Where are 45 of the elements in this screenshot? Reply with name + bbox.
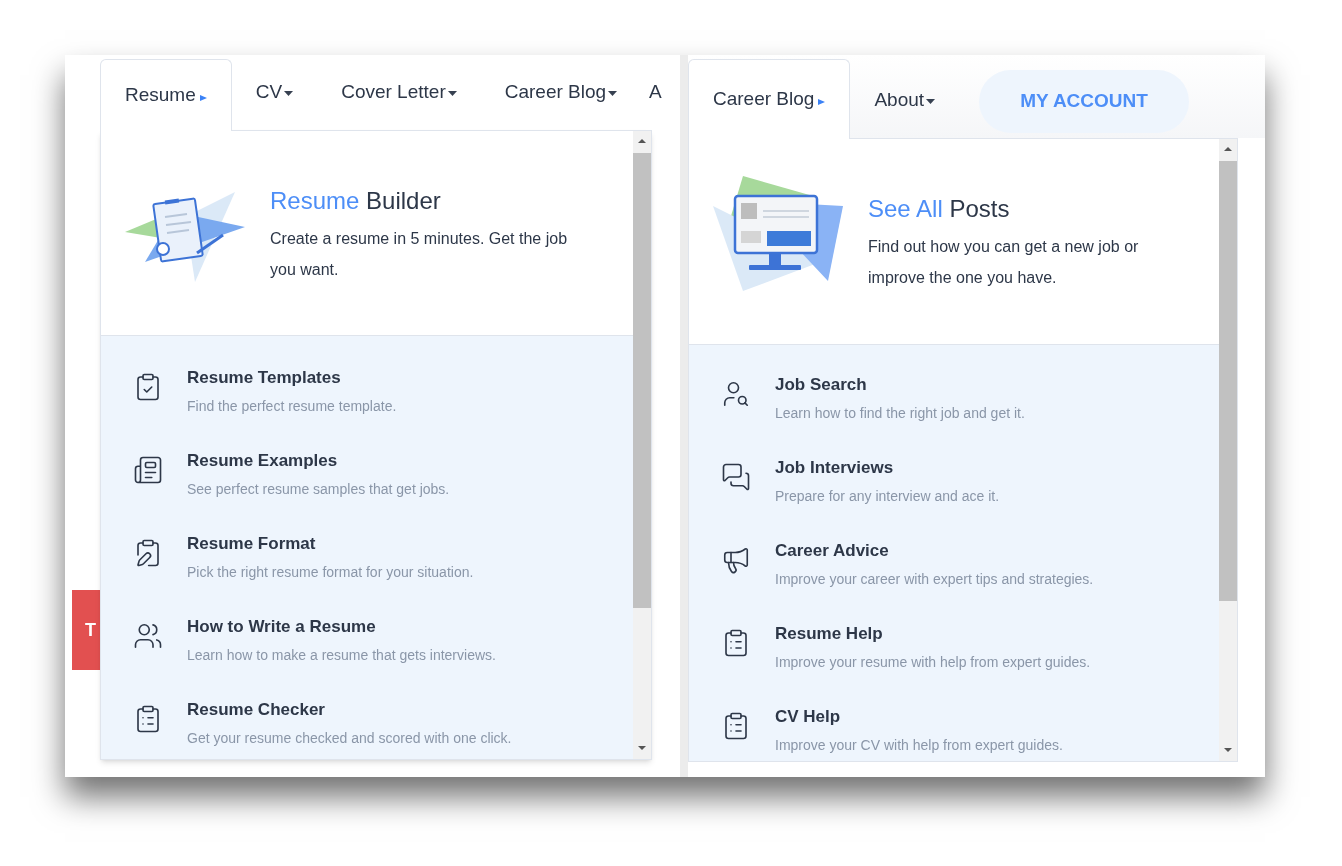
menu-item-title[interactable]: Resume Format: [187, 534, 474, 554]
menu-item-title[interactable]: Resume Help: [775, 624, 1091, 644]
menu-item-description: See perfect resume samples that get jobs.: [187, 480, 450, 499]
nav-tab[interactable]: About: [850, 61, 960, 138]
menu-item-title[interactable]: How to Write a Resume: [187, 617, 496, 637]
menu-item-description: Learn how to find the right job and get it.: [775, 404, 1025, 423]
nav-tab[interactable]: CV: [231, 55, 318, 130]
document-icon: [133, 455, 163, 485]
scrollbar[interactable]: [1219, 139, 1237, 761]
menu-item-description: Improve your career with expert tips and strategies.: [775, 570, 1094, 589]
menu-item-title[interactable]: Resume Checker: [187, 700, 512, 720]
caret-icon: [284, 91, 294, 97]
menu-item-description: Learn how to make a resume that gets interviews.: [187, 646, 496, 665]
menu-item-title[interactable]: Career Advice: [775, 541, 1094, 561]
nav-tab[interactable]: Career Blog: [480, 55, 642, 130]
background-button[interactable]: T: [72, 590, 100, 670]
nav-tab[interactable]: Career Blog: [688, 59, 851, 139]
scrollbar[interactable]: [633, 131, 651, 759]
nav-tab[interactable]: Resume: [100, 59, 232, 131]
menu-item-title[interactable]: CV Help: [775, 707, 1063, 727]
featured-title[interactable]: Resume Builder: [270, 183, 590, 219]
nav-tab[interactable]: Cover Letter: [317, 55, 481, 130]
people-icon: [133, 621, 163, 651]
caret-icon: [447, 91, 457, 97]
chat-bubbles-icon: [721, 462, 751, 492]
menu-item-description: Find the perfect resume template.: [187, 397, 397, 416]
menu-item-description: Pick the right resume format for your situation.: [187, 563, 474, 582]
menu-item-title[interactable]: Resume Examples: [187, 451, 450, 471]
menu-item-description: Improve your resume with help from expert guides.: [775, 653, 1091, 672]
menu-item-title[interactable]: Resume Templates: [187, 368, 397, 388]
person-search-icon: [721, 379, 751, 409]
caret-icon: [818, 98, 826, 105]
menu-item-title[interactable]: Job Interviews: [775, 458, 1000, 478]
caret-icon: [199, 94, 207, 101]
menu-item-description: Improve your CV with help from expert guides.: [775, 736, 1063, 755]
menu-item-title[interactable]: Job Search: [775, 375, 1025, 395]
featured-title[interactable]: See All Posts: [868, 191, 1188, 227]
caret-icon: [926, 99, 936, 105]
megaphone-icon: [721, 545, 751, 575]
nav-link[interactable]: A: [641, 55, 670, 130]
featured-description: Create a resume in 5 minutes. Get the job you want.: [270, 229, 569, 280]
featured-description: Find out how you can get a new job or improve the one you have.: [868, 237, 1140, 288]
menu-item-description: Prepare for any interview and ace it.: [775, 487, 1000, 506]
menu-item-description: Get your resume checked and scored with one click.: [187, 729, 512, 748]
caret-icon: [608, 91, 618, 97]
